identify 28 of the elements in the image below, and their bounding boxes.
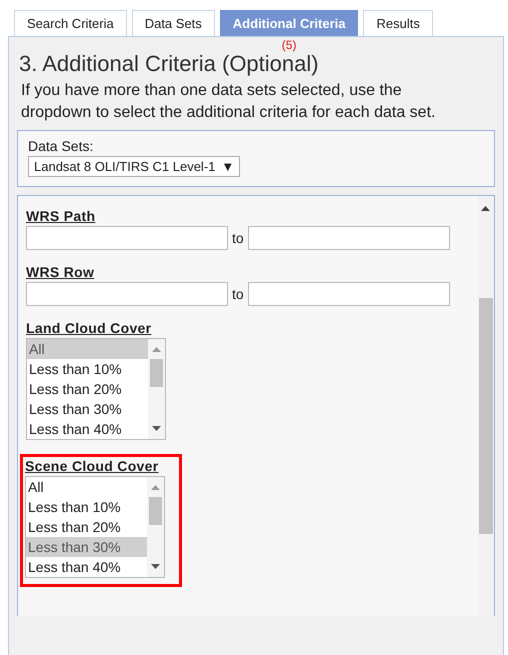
description-text: If you have more than one data sets selected, use the dropdown to select the additional criteria for each data set. (21, 81, 436, 123)
section-heading: 3. Additional Criteria (Optional) (19, 51, 320, 77)
scroll-down-icon[interactable] (151, 564, 160, 569)
tab[interactable]: Search Criteria (14, 10, 127, 36)
from-field[interactable] (26, 282, 228, 306)
criterion-title: WRS Path (26, 208, 96, 224)
to-label: to (232, 230, 244, 246)
criterion-title: Land Cloud Cover (26, 320, 152, 336)
count-label: (5) (282, 38, 296, 52)
scroll-down-icon[interactable] (152, 426, 161, 431)
from-field[interactable] (26, 226, 228, 250)
to-field[interactable] (248, 282, 450, 306)
listbox[interactable]: All Less than 10% Less than 20% Less than 30% Less than 40% (26, 338, 166, 440)
tab[interactable]: Results (363, 10, 433, 36)
list-option[interactable]: Less than 30% (26, 537, 147, 557)
scroll-thumb[interactable] (150, 359, 163, 387)
criterion-title: WRS Row (26, 264, 94, 280)
dataset-label: Data Sets: (28, 138, 94, 154)
to-label: to (232, 286, 244, 302)
criterion-title: Scene Cloud Cover (25, 458, 158, 474)
tab[interactable]: Data Sets (132, 10, 215, 36)
dataset-dropdown[interactable]: Landsat 8 OLI/TIRS C1 Level-1 ▼ (28, 156, 240, 177)
to-field[interactable] (248, 226, 450, 250)
list-option[interactable]: All (27, 339, 148, 359)
listbox[interactable]: All Less than 10% Less than 20% Less than 30% Less than 40% (25, 476, 165, 578)
scroll-up-icon[interactable] (481, 206, 490, 211)
scroll-thumb[interactable] (149, 497, 162, 525)
scroll-thumb[interactable] (479, 298, 493, 534)
